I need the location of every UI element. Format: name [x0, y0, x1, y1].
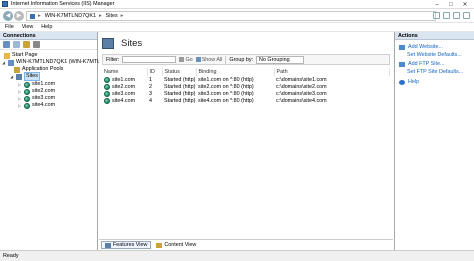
status-bar: Ready [0, 250, 474, 261]
collapse-icon[interactable]: ◢ [10, 73, 14, 80]
globe-icon [24, 102, 30, 109]
view-tabs: Features View Content View [99, 239, 393, 250]
sites-icon [102, 38, 114, 49]
globe-icon [24, 81, 30, 88]
features-view-icon [105, 242, 111, 248]
app-pools-icon [14, 66, 20, 73]
tab-content-view[interactable]: Content View [153, 241, 199, 249]
window-title: Internet Information Services (IIS) Mana… [11, 1, 115, 7]
tree-item-site4[interactable]: ▷ site4.com [18, 102, 55, 109]
table-row[interactable]: site4.com 4 Started (http) site4.com on … [102, 97, 390, 104]
connections-pane: Connections Start Page ◢ WIN-K7MTLND7QK1… [0, 32, 108, 250]
tree-item-site2[interactable]: ▷ site2.com [18, 88, 55, 95]
help-icon[interactable] [463, 12, 470, 19]
close-button[interactable]: ✕ [458, 0, 472, 9]
menu-view[interactable]: View [22, 24, 34, 30]
divider [225, 55, 227, 64]
group-by-label: Group by: [229, 56, 254, 63]
maximize-button[interactable]: □ [444, 0, 458, 9]
tree-item-site3[interactable]: ▷ site3.com [18, 95, 55, 102]
filter-label: Filter: [106, 56, 120, 63]
table-row[interactable]: site2.com 2 Started (http) site2.com on … [102, 83, 390, 90]
breadcrumb-sites[interactable]: Sites [106, 13, 118, 19]
ftp-icon [399, 61, 405, 67]
save-icon[interactable] [13, 41, 20, 48]
column-header-status[interactable]: Status [162, 68, 197, 76]
address-toolbar [433, 12, 470, 19]
filter-input[interactable] [122, 56, 177, 63]
expand-icon[interactable]: ▷ [18, 102, 22, 109]
back-button[interactable]: ◀ [3, 11, 13, 21]
globe-icon [104, 83, 110, 90]
expand-icon[interactable]: ▷ [18, 88, 22, 95]
menu-help[interactable]: Help [41, 24, 52, 30]
home-icon[interactable] [453, 12, 460, 19]
table-row[interactable]: site3.com 3 Started (http) site3.com on … [102, 90, 390, 97]
column-header-id[interactable]: ID [147, 68, 163, 76]
folder-icon[interactable] [23, 41, 30, 48]
filter-bar: Filter: Go Show All Group by: No Groupin… [102, 54, 390, 65]
add-website-link[interactable]: Add Website... [399, 44, 443, 50]
minimize-button[interactable]: – [430, 0, 444, 9]
menu-file[interactable]: File [5, 24, 14, 30]
table-row[interactable]: site1.com 1 Started (http) site1.com on … [102, 76, 390, 83]
column-header-name[interactable]: Name [102, 68, 148, 76]
tab-features-view[interactable]: Features View [101, 241, 152, 249]
menu-bar: File View Help [0, 23, 474, 32]
globe-icon [104, 76, 110, 83]
add-ftp-site-link[interactable]: Add FTP Site... [399, 61, 444, 67]
actions-header: Actions [395, 32, 474, 40]
address-bar: ◀ ▶ ▸ WIN-K7MTLND7QK1 ▸ Sites ▸ [0, 9, 474, 23]
stop-icon[interactable] [443, 12, 450, 19]
breadcrumb[interactable]: ▸ WIN-K7MTLND7QK1 ▸ Sites ▸ [26, 11, 436, 21]
set-website-defaults-link[interactable]: Set Website Defaults... [407, 52, 462, 58]
start-page-icon [4, 52, 10, 59]
column-header-path[interactable]: Path [274, 68, 390, 76]
actions-pane: Actions Add Website... Set Website Defau… [394, 32, 474, 250]
help-icon [399, 79, 405, 85]
go-icon [179, 57, 185, 62]
globe-icon [24, 95, 30, 102]
iis-app-icon [2, 1, 8, 7]
collapse-icon[interactable]: ◢ [2, 59, 6, 66]
forward-button[interactable]: ▶ [14, 11, 24, 21]
globe-icon [104, 90, 110, 97]
connections-toolbar [0, 40, 97, 50]
sites-panel: Sites Filter: Go Show All Group by: No G… [99, 32, 393, 250]
tree-item-sites[interactable]: ◢ Sites [10, 72, 40, 81]
title-bar: Internet Information Services (IIS) Mana… [0, 0, 474, 9]
sites-icon [16, 73, 22, 80]
refresh-icon[interactable] [433, 12, 440, 19]
column-header-binding[interactable]: Binding [196, 68, 275, 76]
status-text: Ready [3, 253, 19, 259]
server-icon [8, 59, 14, 66]
tree-item-server[interactable]: ◢ WIN-K7MTLND7QK1 (WIN-K7MTLNE [2, 59, 108, 66]
tree-item-site1[interactable]: ▷ site1.com [18, 81, 55, 88]
show-all-button[interactable]: Show All [195, 57, 222, 63]
set-ftp-site-defaults-link[interactable]: Set FTP Site Defaults... [407, 69, 463, 75]
show-all-icon [195, 57, 201, 62]
tree-item-start-page[interactable]: Start Page [4, 52, 37, 59]
connect-icon[interactable] [3, 41, 10, 48]
go-button[interactable]: Go [179, 57, 193, 63]
server-icon [30, 13, 35, 19]
help-link[interactable]: Help [399, 79, 419, 85]
group-by-select[interactable]: No Grouping [256, 55, 305, 64]
sites-table: Name ID Status Binding Path site1.com 1 … [102, 68, 390, 104]
globe-icon [24, 88, 30, 95]
breadcrumb-server[interactable]: WIN-K7MTLND7QK1 [45, 13, 96, 19]
globe-icon [399, 44, 405, 50]
connections-header: Connections [0, 32, 97, 40]
page-title: Sites [121, 38, 143, 49]
expand-icon[interactable]: ▷ [18, 81, 22, 88]
table-header-row: Name ID Status Binding Path [102, 68, 390, 76]
expand-icon[interactable]: ▷ [18, 95, 22, 102]
content-view-icon [156, 242, 163, 248]
globe-icon [104, 97, 110, 104]
delete-connection-icon[interactable] [33, 41, 40, 48]
